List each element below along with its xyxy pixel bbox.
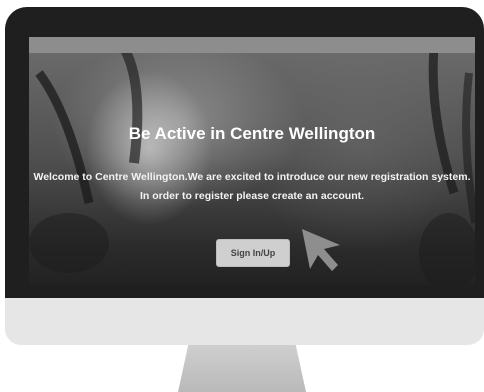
page-title: Be Active in Centre Wellington	[128, 124, 376, 143]
screen: Be Active in Centre Wellington Welcome t…	[29, 37, 475, 285]
monitor-stand	[178, 345, 306, 392]
browser-top-bar	[29, 37, 475, 53]
welcome-text: Welcome to Centre Wellington.We are exci…	[33, 171, 471, 183]
arrow-cursor-icon	[300, 227, 346, 278]
register-instruction-text: In order to register please create an ac…	[139, 190, 365, 202]
sign-in-up-button[interactable]: Sign In/Up	[216, 239, 290, 267]
monitor-bezel: Be Active in Centre Wellington Welcome t…	[5, 7, 484, 300]
monitor-chin	[5, 298, 484, 345]
